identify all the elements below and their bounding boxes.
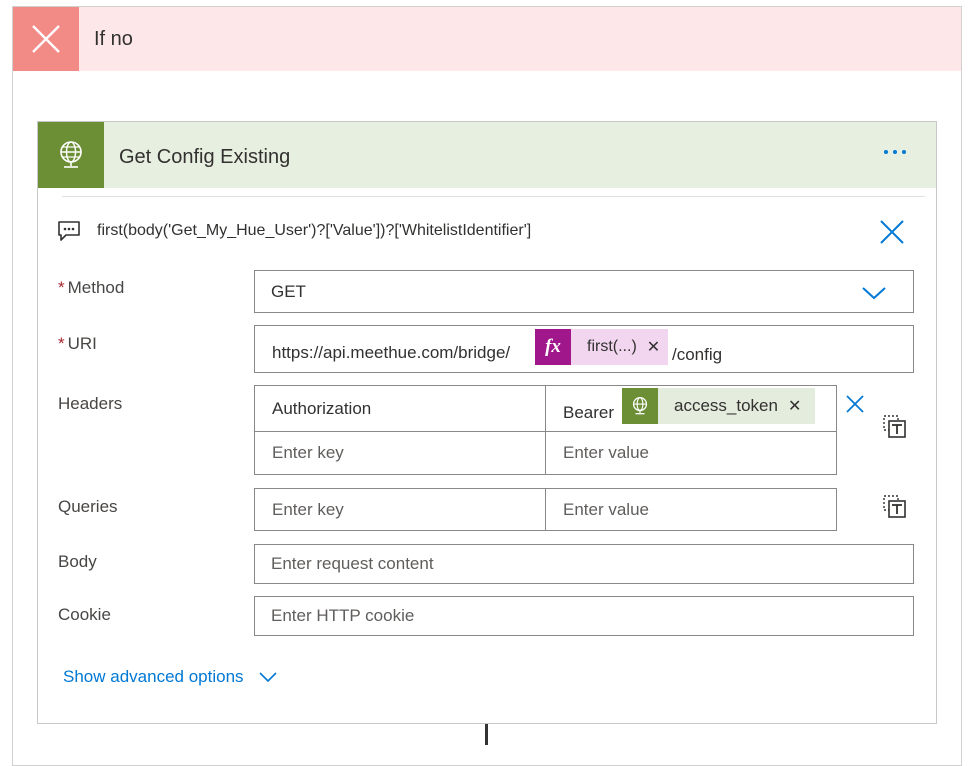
cookie-input[interactable]: Enter HTTP cookie	[254, 596, 914, 636]
query-key-placeholder: Enter key	[272, 499, 344, 519]
query-value-input[interactable]: Enter value	[546, 489, 836, 530]
if-no-icon-box	[13, 7, 79, 71]
access-token-text: access_token	[674, 396, 778, 415]
switch-to-text-mode-icon[interactable]	[882, 414, 908, 445]
body-input[interactable]: Enter request content	[254, 544, 914, 584]
header-new-key-input[interactable]: Enter key	[255, 432, 546, 474]
cookie-placeholder: Enter HTTP cookie	[271, 606, 415, 625]
flow-connector	[485, 724, 488, 745]
queries-label: Queries	[58, 497, 118, 516]
if-no-title: If no	[94, 28, 133, 50]
method-value: GET	[271, 281, 306, 301]
header-value-prefix: Bearer	[563, 403, 615, 422]
access-token-token[interactable]: access_token ✕	[622, 388, 816, 424]
headers-label: Headers	[58, 394, 123, 413]
show-advanced-options-link[interactable]: Show advanced options	[63, 667, 278, 687]
header-new-value-input[interactable]: Enter value	[546, 432, 836, 474]
query-value-placeholder: Enter value	[563, 499, 649, 519]
fx-icon: fx	[535, 329, 571, 365]
body-label: Body	[58, 552, 97, 571]
method-select[interactable]: GET	[254, 270, 914, 313]
remove-token-icon[interactable]: ✕	[788, 396, 801, 416]
header-key-placeholder: Enter key	[272, 443, 344, 462]
chevron-down-icon[interactable]	[861, 285, 887, 301]
uri-suffix: /config	[672, 345, 723, 364]
header-key: Authorization	[272, 398, 372, 418]
action-icon-box	[38, 122, 104, 188]
chevron-down-icon	[258, 672, 277, 683]
method-label-text: Method	[67, 278, 125, 297]
uri-label: * URI	[58, 334, 97, 354]
comment-text[interactable]: first(body('Get_My_Hue_User')?['Value'])…	[97, 222, 531, 240]
uri-label-text: URI	[67, 334, 97, 353]
advanced-label: Show advanced options	[63, 667, 244, 686]
divider	[62, 196, 925, 197]
queries-table: Enter key Enter value	[254, 488, 837, 531]
uri-expression-token[interactable]: fx first(...) ✕	[535, 329, 669, 365]
more-icon[interactable]	[884, 150, 906, 154]
action-title[interactable]: Get Config Existing	[119, 146, 290, 169]
globe-icon	[60, 141, 82, 168]
body-placeholder: Enter request content	[271, 554, 434, 573]
delete-header-icon[interactable]	[845, 394, 865, 419]
remove-token-icon[interactable]: ✕	[647, 337, 660, 357]
method-label: * Method	[58, 278, 124, 298]
required-mark: *	[58, 334, 65, 353]
switch-to-text-mode-icon[interactable]	[882, 494, 908, 525]
uri-prefix: https://api.meethue.com/bridge/	[272, 343, 511, 362]
query-key-input[interactable]: Enter key	[255, 489, 546, 530]
globe-icon	[622, 388, 658, 424]
header-value-placeholder: Enter value	[563, 443, 649, 462]
cookie-label: Cookie	[58, 605, 111, 624]
close-comment-icon[interactable]	[878, 218, 906, 251]
header-key-cell[interactable]: Authorization	[255, 386, 546, 432]
required-mark: *	[58, 278, 65, 297]
close-icon	[32, 25, 60, 53]
comment-icon	[57, 220, 81, 247]
if-no-header[interactable]	[13, 7, 961, 71]
uri-token-text: first(...)	[587, 338, 637, 355]
